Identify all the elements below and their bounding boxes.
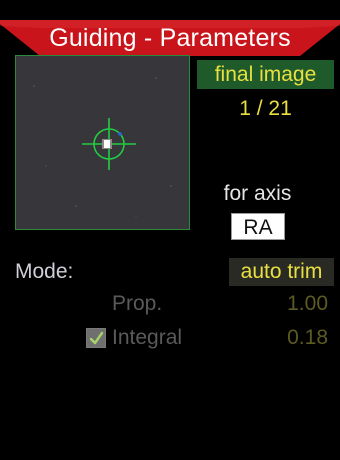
guide-star-preview[interactable] xyxy=(15,55,190,230)
integral-value[interactable]: 0.18 xyxy=(250,324,328,352)
integral-checkbox[interactable] xyxy=(86,328,106,348)
checkmark-icon xyxy=(89,331,104,345)
mode-selector[interactable]: auto trim xyxy=(229,258,334,286)
integral-label: Integral xyxy=(112,326,183,349)
axis-label: for axis xyxy=(223,182,292,205)
frame-counter: 1 / 21 xyxy=(239,97,292,120)
prop-label: Prop. xyxy=(112,292,163,315)
page-title: Guiding - Parameters xyxy=(49,24,291,52)
axis-selector[interactable]: RA xyxy=(231,213,285,240)
prop-value[interactable]: 1.00 xyxy=(250,290,328,318)
mode-label: Mode: xyxy=(15,260,74,283)
final-image-label: final image xyxy=(197,60,334,89)
guide-star-image xyxy=(16,56,189,229)
guiding-parameters-screen: Guiding - Parameters final image 1 / 21 … xyxy=(0,0,340,460)
